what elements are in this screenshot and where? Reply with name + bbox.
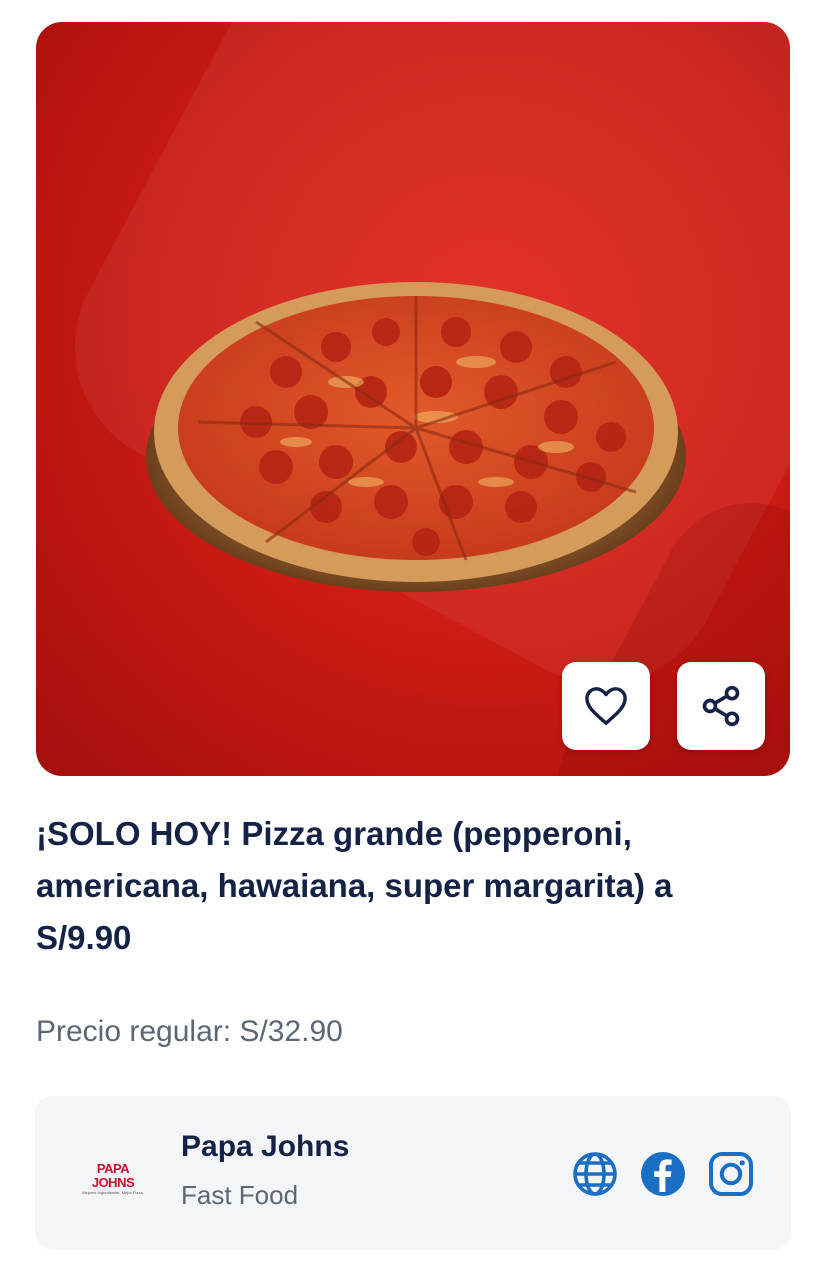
logo-text: PAPA JOHNS <box>91 1161 135 1190</box>
regular-price: Precio regular: S/32.90 <box>36 1015 343 1048</box>
globe-icon[interactable] <box>571 1150 619 1198</box>
papa-johns-logo: PAPA JOHNS Mejores Ingredientes. Mejor P… <box>75 1161 151 1196</box>
facebook-icon[interactable] <box>639 1150 687 1198</box>
logo-tagline: Mejores Ingredientes. Mejor Pizza. <box>82 1190 144 1195</box>
heart-icon <box>585 687 627 725</box>
merchant-category: Fast Food <box>181 1180 299 1210</box>
offer-title: ¡SOLO HOY! Pizza grande (pepperoni, amer… <box>36 815 673 956</box>
merchant-card[interactable]: PAPA JOHNS Mejores Ingredientes. Mejor P… <box>35 1096 791 1250</box>
favorite-button[interactable] <box>562 662 650 750</box>
share-button[interactable] <box>677 662 765 750</box>
offer-image <box>36 22 790 776</box>
merchant-name: Papa Johns <box>181 1130 350 1163</box>
pepperoni-pizza-image <box>146 282 686 592</box>
share-icon <box>702 685 740 727</box>
instagram-icon[interactable] <box>707 1150 755 1198</box>
